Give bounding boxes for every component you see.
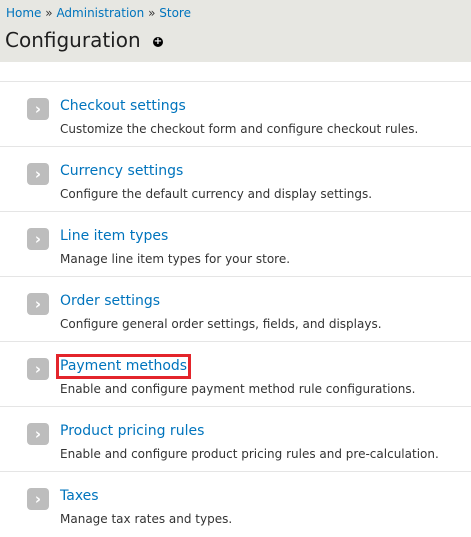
breadcrumb-separator: » — [148, 6, 156, 20]
chevron-right-icon: › — [27, 423, 49, 445]
list-item-description: Configure general order settings, fields… — [60, 317, 382, 331]
payment-methods-link[interactable]: Payment methods — [55, 354, 192, 379]
list-item-description: Manage line item types for your store. — [60, 252, 291, 266]
list-item-checkout-settings: › Checkout settings Customize the checko… — [0, 81, 471, 146]
line-item-types-link[interactable]: Line item types — [60, 228, 168, 245]
checkout-settings-link[interactable]: Checkout settings — [60, 98, 186, 115]
list-item-product-pricing-rules: › Product pricing rules Enable and confi… — [0, 406, 471, 471]
list-item-currency-settings: › Currency settings Configure the defaul… — [0, 146, 471, 211]
list-item-description: Enable and configure payment method rule… — [60, 382, 416, 396]
list-item-description: Customize the checkout form and configur… — [60, 122, 419, 136]
list-item-description: Manage tax rates and types. — [60, 512, 233, 526]
page-title: Configuration — [5, 28, 141, 52]
list-item-line-item-types: › Line item types Manage line item types… — [0, 211, 471, 276]
breadcrumb-separator: » — [45, 6, 53, 20]
breadcrumb-administration-link[interactable]: Administration — [56, 6, 144, 20]
list-item-description: Enable and configure product pricing rul… — [60, 447, 439, 461]
breadcrumb: Home » Administration » Store — [6, 6, 191, 20]
chevron-right-icon: › — [27, 488, 49, 510]
taxes-link[interactable]: Taxes — [60, 488, 99, 505]
chevron-right-icon: › — [27, 293, 49, 315]
order-settings-link[interactable]: Order settings — [60, 293, 160, 310]
chevron-right-icon: › — [27, 98, 49, 120]
currency-settings-link[interactable]: Currency settings — [60, 163, 183, 180]
chevron-right-icon: › — [27, 358, 49, 380]
chevron-right-icon: › — [27, 228, 49, 250]
chevron-right-icon: › — [27, 163, 49, 185]
add-shortcut-icon[interactable]: + — [153, 37, 163, 47]
list-item-payment-methods: › Payment methods Enable and configure p… — [0, 341, 471, 406]
product-pricing-rules-link[interactable]: Product pricing rules — [60, 423, 204, 440]
page-header: Home » Administration » Store Configurat… — [0, 0, 471, 62]
breadcrumb-store-link[interactable]: Store — [159, 6, 191, 20]
breadcrumb-home-link[interactable]: Home — [6, 6, 41, 20]
admin-list: › Checkout settings Customize the checko… — [0, 81, 471, 536]
list-item-order-settings: › Order settings Configure general order… — [0, 276, 471, 341]
list-item-description: Configure the default currency and displ… — [60, 187, 373, 201]
list-item-taxes: › Taxes Manage tax rates and types. — [0, 471, 471, 536]
